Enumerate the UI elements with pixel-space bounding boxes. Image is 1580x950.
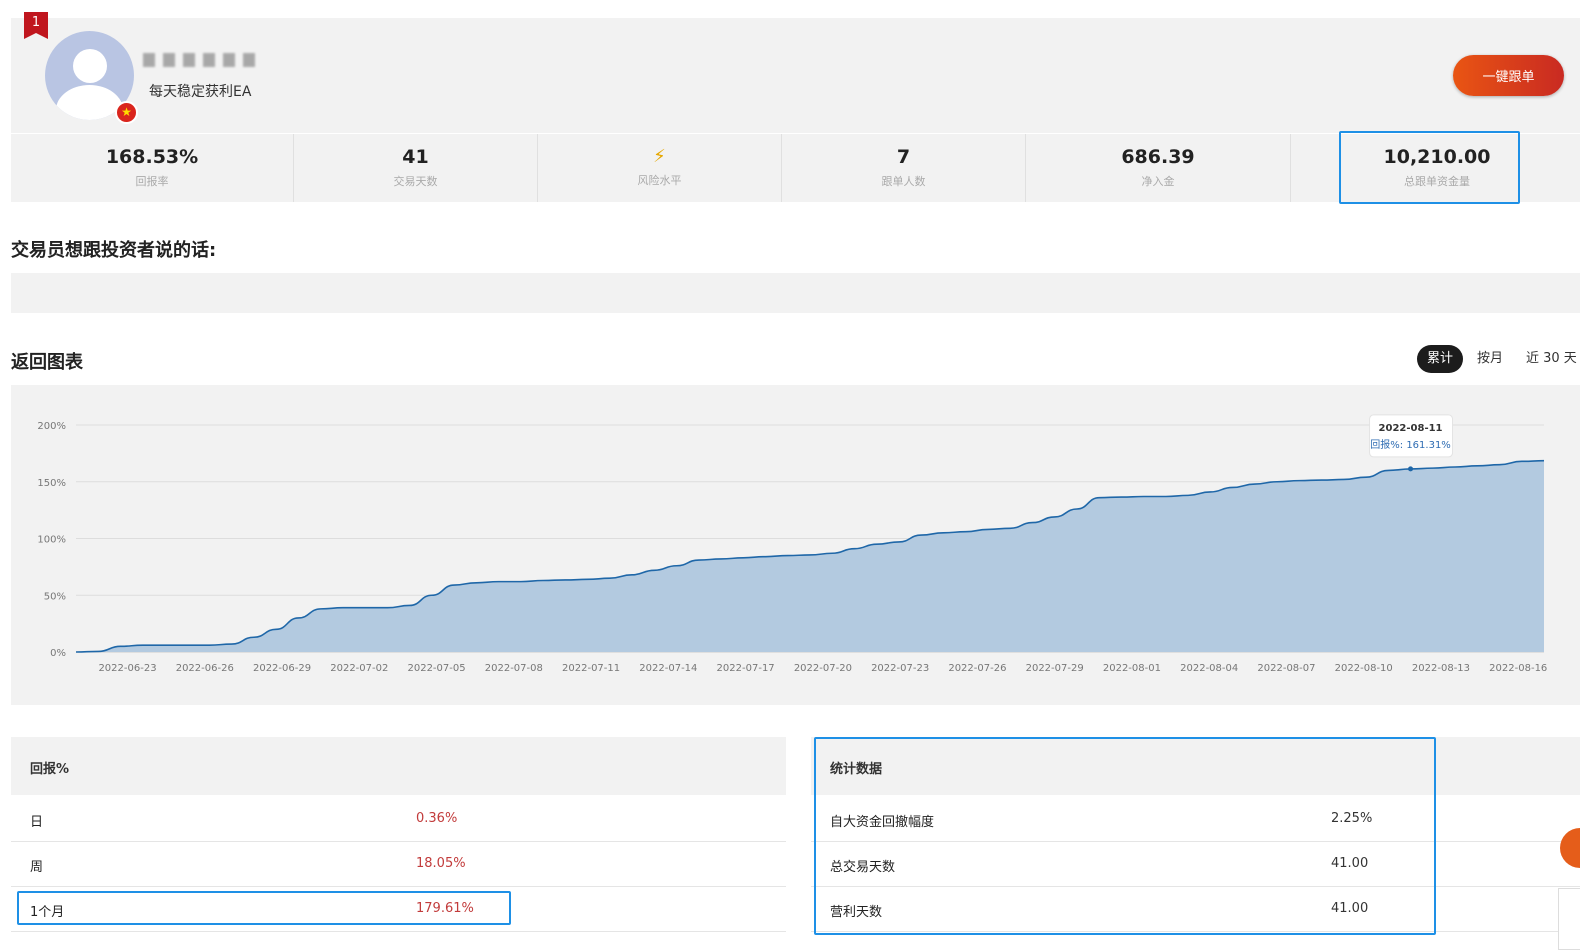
returns-table-header: 回报% bbox=[11, 737, 786, 795]
x-tick-label: 2022-08-13 bbox=[1412, 663, 1470, 674]
row-label: 日 bbox=[30, 815, 44, 830]
series-area bbox=[76, 460, 1544, 652]
stat-label: 风险水平 bbox=[637, 174, 682, 187]
y-tick-label: 0% bbox=[50, 648, 66, 659]
table-row: 周 18.05% bbox=[11, 841, 786, 887]
x-tick-label: 2022-08-07 bbox=[1257, 663, 1315, 674]
x-tick-label: 2022-06-26 bbox=[176, 663, 234, 674]
x-tick-label: 2022-08-04 bbox=[1180, 663, 1238, 674]
stat-value: 7 bbox=[896, 146, 911, 168]
row-value: 0.36% bbox=[416, 811, 458, 826]
trader-subtitle: 每天稳定获利EA bbox=[149, 84, 252, 100]
y-tick-label: 50% bbox=[44, 591, 66, 602]
chart-title: 返回图表 bbox=[11, 352, 83, 373]
stat-label: 交易天数 bbox=[393, 175, 438, 188]
highlight-box-stats bbox=[814, 737, 1436, 935]
stat-return-rate: 168.53% 回报率 bbox=[11, 134, 293, 202]
tooltip-value: 回报%: 161.31% bbox=[1370, 438, 1451, 451]
trader-name-blurred bbox=[143, 52, 288, 74]
stat-label: 净入金 bbox=[1141, 175, 1175, 188]
stat-label: 回报率 bbox=[135, 175, 169, 188]
x-tick-label: 2022-07-20 bbox=[794, 663, 852, 674]
y-tick-label: 200% bbox=[37, 421, 66, 432]
x-tick-label: 2022-07-02 bbox=[330, 663, 388, 674]
highlight-box-total-funds bbox=[1339, 131, 1520, 204]
tab-last-30-days[interactable]: 近 30 天 bbox=[1526, 345, 1577, 373]
returns-header-label: 回报% bbox=[30, 762, 70, 777]
profile-header bbox=[11, 18, 1580, 133]
x-tick-label: 2022-07-17 bbox=[717, 663, 775, 674]
lightning-icon: ⚡ bbox=[653, 146, 666, 167]
x-tick-label: 2022-06-29 bbox=[253, 663, 311, 674]
follow-button[interactable]: 一键跟单 bbox=[1453, 55, 1564, 96]
rank-number: 1 bbox=[31, 15, 41, 30]
y-tick-label: 150% bbox=[37, 478, 66, 489]
message-box bbox=[11, 273, 1580, 313]
tab-monthly[interactable]: 按月 bbox=[1477, 345, 1503, 373]
x-tick-label: 2022-08-10 bbox=[1335, 663, 1393, 674]
row-label: 周 bbox=[30, 860, 44, 875]
stat-trading-days: 41 交易天数 bbox=[294, 134, 537, 202]
tooltip-point bbox=[1408, 466, 1414, 472]
x-tick-label: 2022-07-23 bbox=[871, 663, 929, 674]
stat-value: 686.39 bbox=[1121, 146, 1195, 168]
table-row: 日 0.36% bbox=[11, 796, 786, 842]
stat-net-deposit: 686.39 净入金 bbox=[1026, 134, 1290, 202]
highlight-box-1-month bbox=[17, 891, 511, 925]
x-tick-label: 2022-08-01 bbox=[1103, 663, 1161, 674]
x-tick-label: 2022-07-08 bbox=[485, 663, 543, 674]
x-tick-label: 2022-06-23 bbox=[98, 663, 156, 674]
tooltip-date: 2022-08-11 bbox=[1379, 423, 1443, 434]
stat-followers: 7 跟单人数 bbox=[782, 134, 1025, 202]
x-tick-label: 2022-07-29 bbox=[1026, 663, 1084, 674]
stat-risk-level: ⚡ 风险水平 bbox=[538, 134, 781, 202]
tab-cumulative[interactable]: 累计 bbox=[1417, 345, 1464, 373]
tooltip: 2022-08-11 回报%: 161.31% bbox=[1369, 414, 1454, 458]
side-panel-edge bbox=[1558, 888, 1580, 950]
row-value: 18.05% bbox=[416, 856, 466, 871]
y-tick-label: 100% bbox=[37, 535, 66, 546]
x-tick-label: 2022-07-14 bbox=[639, 663, 697, 674]
stat-value: 41 bbox=[402, 146, 429, 168]
x-tick-label: 2022-07-26 bbox=[948, 663, 1006, 674]
x-tick-label: 2022-07-05 bbox=[407, 663, 465, 674]
country-flag-icon: ★ bbox=[115, 101, 138, 124]
return-chart[interactable]: 0% 50% 100% 150% 200% 2022-06-23 2022-06-26 202… bbox=[11, 385, 1580, 705]
message-title: 交易员想跟投资者说的话: bbox=[11, 240, 217, 261]
x-tick-label: 2022-08-16 bbox=[1489, 663, 1547, 674]
x-tick-label: 2022-07-11 bbox=[562, 663, 620, 674]
stat-label: 跟单人数 bbox=[881, 175, 926, 188]
stat-value: 168.53% bbox=[105, 146, 199, 168]
